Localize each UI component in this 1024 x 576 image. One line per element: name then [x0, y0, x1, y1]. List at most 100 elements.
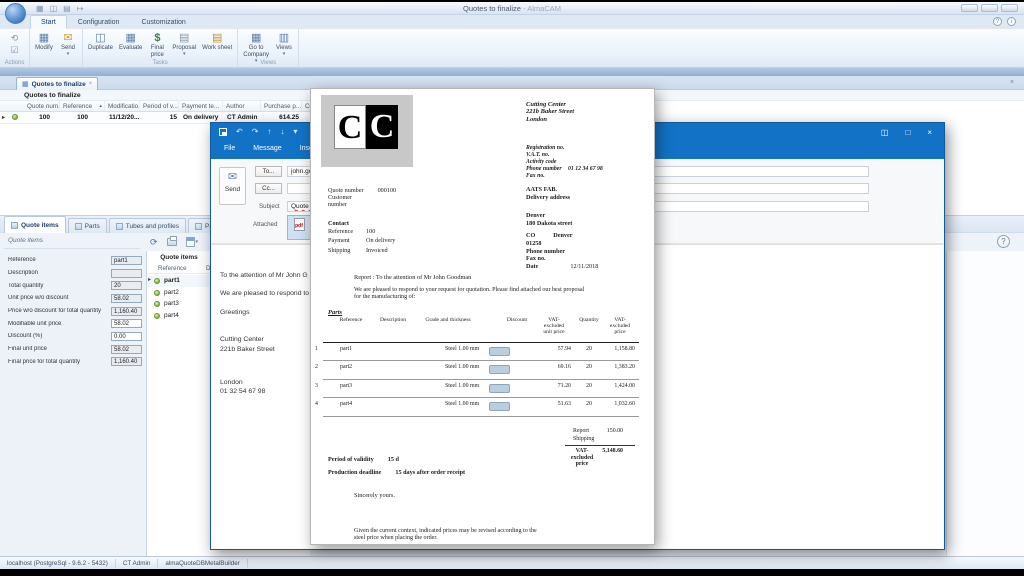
almacam-window: ▦ ◫ ▤ ↦ Quotes to finalize - AlmaCAM Sta…	[0, 2, 1024, 569]
ribbon-tab[interactable]: Configuration	[67, 15, 131, 29]
email-ribbon-tab[interactable]: File	[215, 143, 244, 154]
grid-column-header[interactable]: Reference ▴	[60, 101, 105, 111]
customize-toolbar-icon[interactable]: ▾	[293, 127, 297, 136]
closing-line: Sincerely yours.	[354, 492, 395, 499]
columns-button[interactable]: ▾	[186, 237, 199, 247]
maximize-icon[interactable]: □	[905, 128, 910, 137]
field-input[interactable]: 0.00	[111, 332, 142, 341]
grid-column-header[interactable]: Modificatio... ▴	[105, 101, 140, 111]
company-address-block: Cutting Center 221b Baker Street London	[526, 101, 574, 123]
company-registration-block: Registration no. V.A.T. no. Activity cod…	[526, 145, 603, 180]
ribbon-button[interactable]: ✉ Send ▾	[56, 31, 80, 58]
ribbon-button[interactable]: ▤ Proposal ▾	[169, 31, 199, 58]
ribbon-button[interactable]: ▤ Work sheet ▾	[199, 31, 235, 53]
part-thumbnail	[489, 384, 510, 393]
move-up-icon[interactable]: ↑	[267, 127, 271, 136]
app-name: - AlmaCAM	[523, 4, 561, 13]
field-input[interactable]	[111, 269, 142, 278]
field-input[interactable]: 58.02	[111, 345, 142, 354]
field-row: Reference part1	[8, 254, 148, 267]
print-icon[interactable]	[167, 238, 177, 246]
email-ribbon-tab[interactable]: Message	[244, 143, 290, 154]
ribbon-tab[interactable]: Customization	[130, 15, 196, 29]
field-input[interactable]: 58.02	[111, 319, 142, 328]
validate-icon[interactable]: ☑	[10, 45, 18, 55]
field-input[interactable]: 20	[111, 281, 142, 290]
row-selected-icon: ▸	[148, 275, 151, 287]
email-body-line: We are pleased to respond to	[220, 290, 309, 297]
views-icon: ▥	[275, 32, 293, 45]
dropdown-arrow-icon: ▾	[275, 52, 293, 57]
to-button[interactable]: To...	[255, 166, 282, 177]
minimize-button[interactable]	[961, 4, 978, 12]
totals-vat-label: VAT-excluded price	[565, 448, 599, 468]
help-icon[interactable]: ?	[997, 235, 1010, 248]
panel-tab[interactable]: Quote items	[4, 216, 66, 234]
intro-line: for the manufacturing of:	[354, 294, 415, 300]
redo-icon[interactable]: ↷	[252, 127, 259, 136]
status-segment: CT Admin	[116, 559, 159, 568]
status-ok-icon	[154, 278, 160, 284]
grid-column-header[interactable]: Quote num... ▴	[24, 101, 60, 111]
grid-column-header[interactable]: Author ▴	[223, 101, 261, 111]
email-window-controls: ◫ □ ×	[881, 128, 932, 137]
totals-vat-value: 5,148.60	[595, 448, 623, 454]
quote-document-preview: C C Cutting Center 221b Baker Street Lon…	[310, 88, 655, 545]
field-input[interactable]: 58.02	[111, 294, 142, 303]
ribbon-button[interactable]: $ Final price ▾	[145, 31, 169, 60]
contact-label: Contact	[328, 220, 349, 227]
workspace-divider	[0, 68, 1024, 76]
dropdown-arrow-icon: ▾	[172, 52, 196, 57]
field-row: Final price for total quantity 1,160.40	[8, 356, 148, 369]
field-label: Description	[8, 270, 111, 276]
refresh-icon[interactable]: ⟳	[150, 237, 158, 248]
field-input[interactable]: 1,160.40	[111, 357, 142, 366]
deadline-row: Production deadline15 days after order r…	[328, 469, 465, 476]
ribbon-button[interactable]: ◫ Duplicate ▾	[85, 31, 116, 53]
panel-tab[interactable]: Parts	[68, 218, 107, 234]
list-header: Quote items	[147, 254, 211, 261]
grid-column-header[interactable]: Purchase p... ▴	[261, 101, 302, 111]
grid-column-header[interactable]: Payment te... ▴	[179, 101, 223, 111]
send-button[interactable]: ✉ Send	[219, 167, 246, 205]
close-button[interactable]	[1001, 4, 1018, 12]
close-icon[interactable]: ×	[1010, 79, 1014, 86]
undo-icon[interactable]: ↶	[236, 127, 243, 136]
info-icon[interactable]: i	[1007, 17, 1016, 26]
cc-button[interactable]: Cc...	[255, 183, 282, 194]
field-input[interactable]: 1,160.40	[111, 307, 142, 316]
part-thumbnail	[489, 365, 510, 374]
grid-column-header[interactable]: Period of v... ▴	[140, 101, 179, 111]
ribbon-group-actions: ⟲☑ Actions	[0, 29, 30, 67]
help-icon[interactable]: ?	[993, 17, 1002, 26]
close-tab-icon[interactable]: ×	[89, 81, 93, 87]
ribbon-button[interactable]: ▦ Evaluate ▾	[116, 31, 145, 53]
panel-tab-icon	[116, 223, 123, 230]
field-label: Total quantity	[8, 283, 111, 289]
ribbon-button[interactable]: ▥ Views ▾	[272, 31, 296, 58]
field-row: Description	[8, 267, 148, 280]
panel-tab[interactable]: Tubes and profiles	[109, 218, 186, 234]
ribbon-tab[interactable]: Start	[30, 15, 67, 29]
tab-quotes-to-finalize[interactable]: ▦ Quotes to finalize ×	[16, 77, 98, 90]
move-down-icon[interactable]: ↓	[280, 127, 284, 136]
close-icon[interactable]: ×	[927, 128, 932, 137]
attachment-chip[interactable]: pdf	[287, 215, 311, 240]
parts-table-row: 3 part3 Steel 1.00 mm 71.20 20 1,424.00	[323, 380, 639, 398]
restore-icon[interactable]: ◫	[881, 128, 889, 137]
sort-asc-icon: ▴	[99, 103, 102, 109]
cell-reference: 100	[60, 114, 105, 121]
parts-table-body: 1 part1 Steel 1.00 mm 57.94 20 1,158.80 …	[323, 343, 639, 417]
refresh-icon[interactable]: ⟲	[11, 33, 19, 43]
ribbon-button[interactable]: ▦ Modify ▾	[32, 31, 56, 53]
subject-label: Subject	[259, 203, 280, 210]
email-body-line: Greetings	[220, 309, 249, 316]
app-logo[interactable]	[5, 3, 26, 24]
ribbon-tab-strip: Start Configuration Customization ? i	[0, 15, 1024, 29]
field-input[interactable]: part1	[111, 256, 142, 265]
field-label: Discount (%)	[8, 333, 111, 339]
maximize-button[interactable]	[981, 4, 998, 12]
field-label: Unit price w/o discount	[8, 295, 111, 301]
attached-label: Attached	[253, 221, 277, 228]
save-icon[interactable]	[219, 128, 227, 136]
